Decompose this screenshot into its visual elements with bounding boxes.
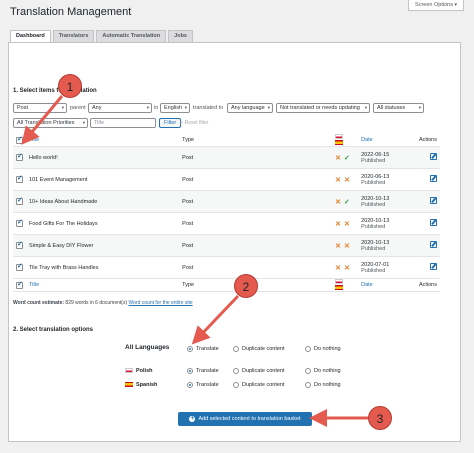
arrow-1 — [21, 95, 64, 145]
arrow-2 — [191, 294, 240, 345]
callout-badge-1: 1 — [58, 74, 82, 98]
callout-arrows — [21, 95, 368, 427]
callout-badge-2: 2 — [234, 274, 258, 298]
callout-badge-3: 3 — [368, 406, 392, 430]
